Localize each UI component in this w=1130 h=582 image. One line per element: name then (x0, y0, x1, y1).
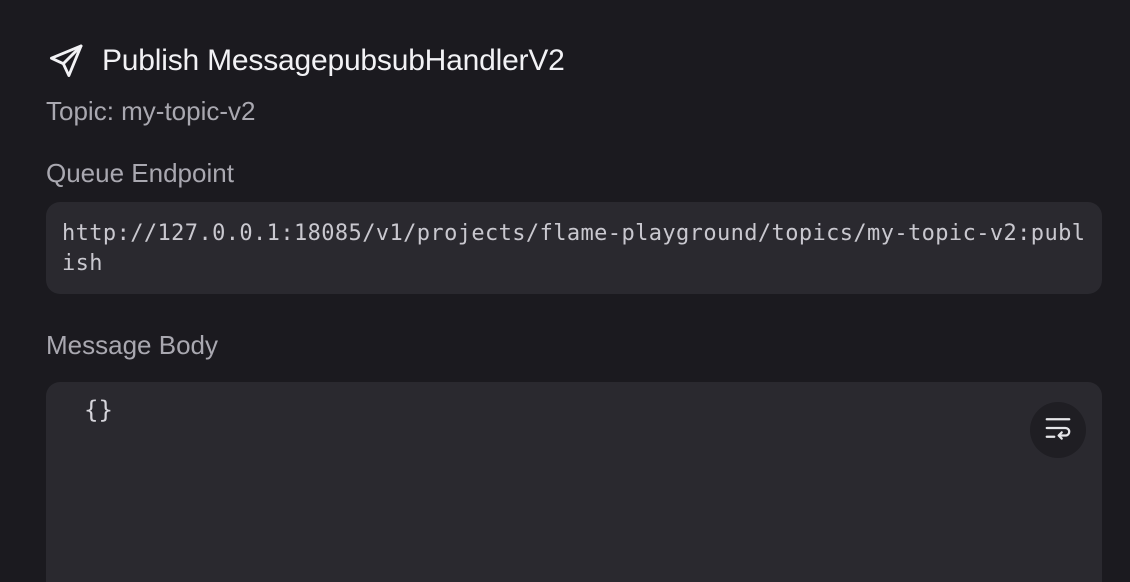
panel-header: Publish MessagepubsubHandlerV2 (46, 40, 565, 82)
send-icon (46, 41, 86, 81)
queue-endpoint-field[interactable]: http://127.0.0.1:18085/v1/projects/flame… (46, 202, 1102, 294)
message-body-editor[interactable] (82, 394, 986, 558)
wrap-text-icon (1043, 413, 1073, 448)
message-body-editor-container (46, 382, 1102, 582)
queue-endpoint-label: Queue Endpoint (46, 158, 234, 188)
page-title: Publish MessagepubsubHandlerV2 (102, 44, 565, 77)
queue-endpoint-value[interactable]: http://127.0.0.1:18085/v1/projects/flame… (62, 219, 1086, 279)
wrap-text-toggle-button[interactable] (1030, 402, 1086, 458)
topic-label: Topic: my-topic-v2 (46, 96, 256, 126)
message-body-label: Message Body (46, 330, 218, 360)
